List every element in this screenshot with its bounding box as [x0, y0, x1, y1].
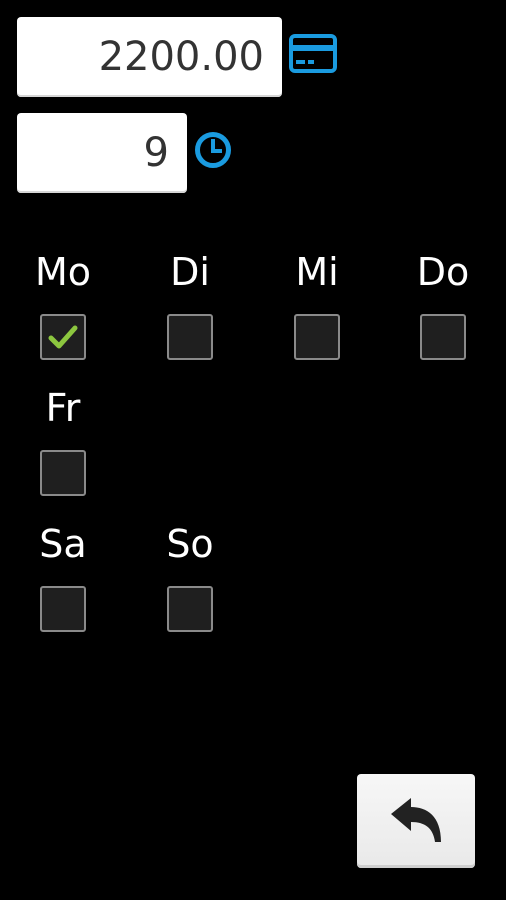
sunday-checkbox[interactable]	[167, 586, 213, 632]
checkmark-icon	[48, 325, 78, 349]
day-thursday: Do	[393, 250, 493, 360]
amount-field[interactable]: 2200.00	[17, 17, 282, 97]
credit-card-icon	[289, 34, 337, 74]
day-label: Mi	[295, 250, 339, 294]
thursday-checkbox[interactable]	[420, 314, 466, 360]
day-monday: Mo	[13, 250, 113, 360]
day-label: Mo	[34, 250, 92, 294]
day-label: Di	[170, 250, 210, 294]
day-label: Do	[416, 250, 470, 294]
hours-field[interactable]: 9	[17, 113, 187, 193]
saturday-checkbox[interactable]	[40, 586, 86, 632]
day-friday: Fr	[13, 386, 113, 496]
day-wednesday: Mi	[267, 250, 367, 360]
day-label: Sa	[39, 522, 87, 566]
friday-checkbox[interactable]	[40, 450, 86, 496]
day-label: So	[166, 522, 214, 566]
back-button[interactable]	[357, 774, 475, 868]
clock-icon	[194, 131, 232, 169]
tuesday-checkbox[interactable]	[167, 314, 213, 360]
undo-arrow-icon	[391, 798, 441, 842]
day-tuesday: Di	[140, 250, 240, 360]
day-label: Fr	[45, 386, 81, 430]
monday-checkbox[interactable]	[40, 314, 86, 360]
wednesday-checkbox[interactable]	[294, 314, 340, 360]
day-sunday: So	[140, 522, 240, 632]
day-saturday: Sa	[13, 522, 113, 632]
